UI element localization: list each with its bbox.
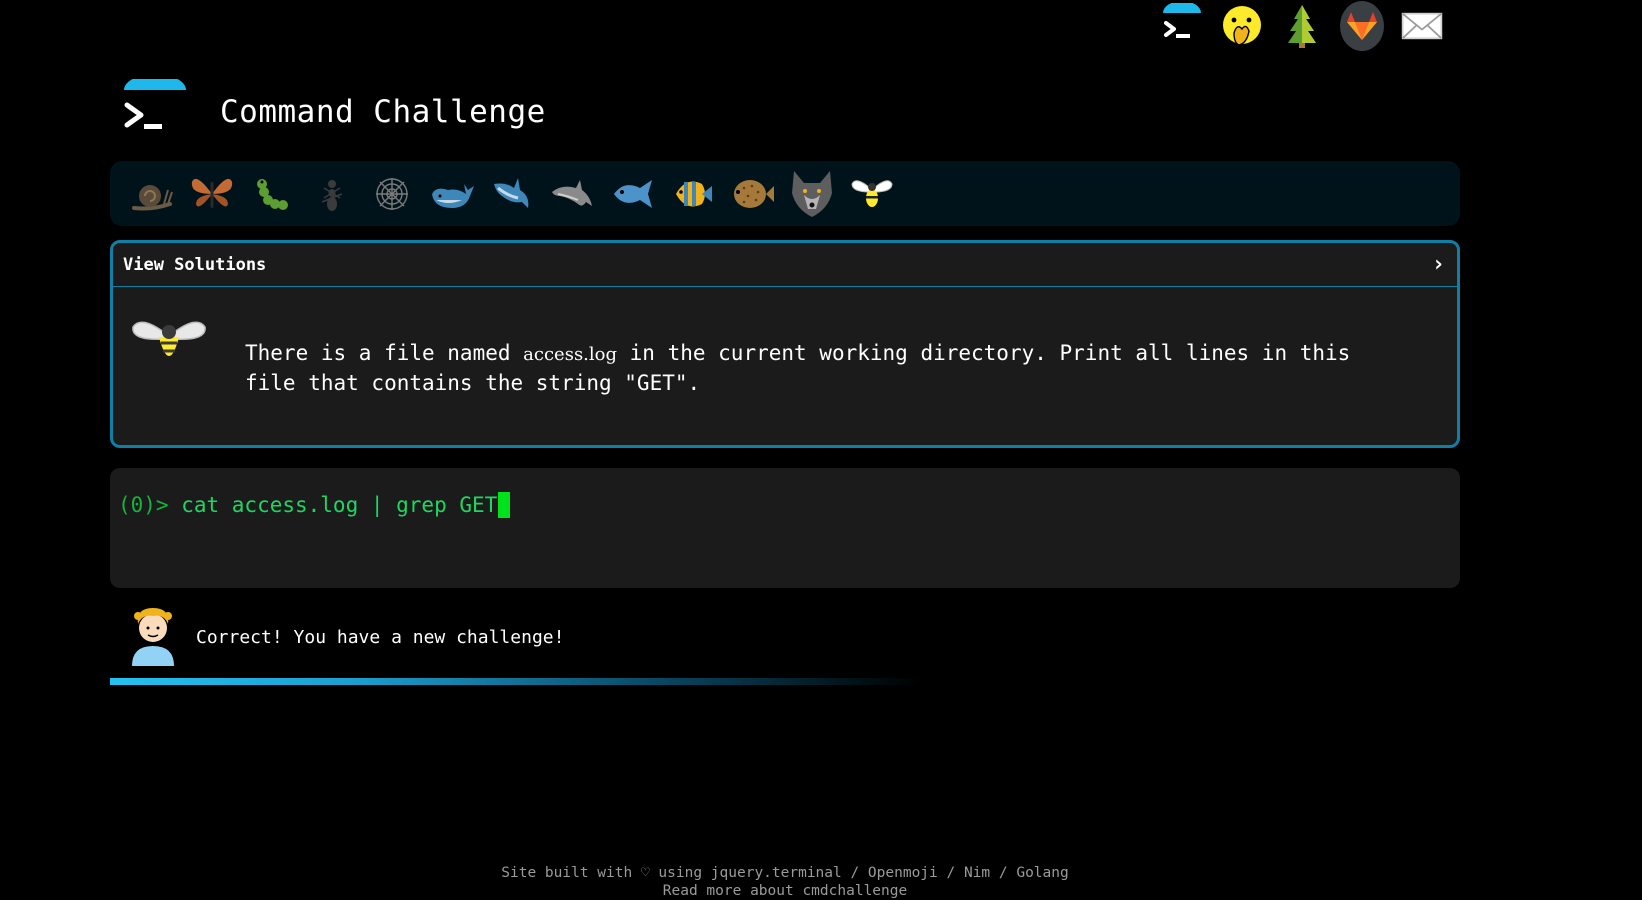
ant-icon[interactable] <box>302 169 362 219</box>
challenge-description: There is a file named access.log in the … <box>245 339 1395 397</box>
wolf-icon[interactable] <box>782 169 842 219</box>
bee-icon[interactable] <box>842 169 902 219</box>
dolphin-icon[interactable] <box>542 169 602 219</box>
top-icon-bar <box>1160 0 1444 52</box>
terminal[interactable]: (0)> cat access.log | grep GET <box>110 468 1460 588</box>
gitlab-icon[interactable] <box>1340 1 1384 51</box>
shark-icon[interactable] <box>482 169 542 219</box>
envelope-icon[interactable] <box>1400 3 1444 49</box>
terminal-logo-icon[interactable] <box>124 74 186 145</box>
footer-credits: Site built with ♡ using jquery.terminal … <box>0 864 1570 882</box>
bee-icon <box>129 315 209 375</box>
heart-icon: ♡ <box>640 865 650 881</box>
page-title: Command Challenge <box>220 94 546 130</box>
result-message: Correct! You have a new challenge! <box>196 626 565 648</box>
prompt-line[interactable]: (0)> cat access.log | grep GET <box>118 492 1460 518</box>
read-more-link[interactable]: Read more about cmdchallenge <box>663 883 907 899</box>
caterpillar-icon[interactable] <box>242 169 302 219</box>
spider-web-icon[interactable] <box>362 169 422 219</box>
tree-icon[interactable] <box>1280 3 1324 49</box>
footer: Site built with ♡ using jquery.terminal … <box>0 864 1570 900</box>
challenge-text-before: There is a file named <box>245 341 524 365</box>
terminal-prompt: (0)> <box>118 493 182 517</box>
level-bar <box>110 161 1460 226</box>
footer-credits-links[interactable]: using jquery.terminal / Openmoji / Nim /… <box>650 865 1068 881</box>
challenge-filename: access.log <box>523 344 618 365</box>
view-solutions-label: View Solutions <box>123 254 267 275</box>
chevron-right-icon: › <box>1431 252 1445 277</box>
person-icon <box>128 604 178 670</box>
challenge-body: There is a file named access.log in the … <box>113 287 1457 397</box>
terminal-cursor <box>498 492 511 518</box>
progress-bar <box>110 678 1460 685</box>
challenge-panel: View Solutions › There is a file named a… <box>110 240 1460 448</box>
tropical-fish-icon[interactable] <box>662 169 722 219</box>
blowfish-icon[interactable] <box>722 169 782 219</box>
butterfly-icon[interactable] <box>182 169 242 219</box>
fish-icon[interactable] <box>602 169 662 219</box>
result-row: Correct! You have a new challenge! <box>128 604 564 670</box>
whale-icon[interactable] <box>422 169 482 219</box>
terminal-icon[interactable] <box>1160 3 1204 49</box>
snail-icon[interactable] <box>122 169 182 219</box>
header: Command Challenge <box>124 70 546 154</box>
gitlab-icon-background <box>1340 1 1384 51</box>
page: Command Challenge View Solutions › There… <box>0 0 1642 900</box>
terminal-command-input[interactable]: cat access.log | grep GET <box>181 493 497 517</box>
progress-fill <box>110 678 920 685</box>
face-with-hand-over-mouth-icon[interactable] <box>1220 3 1264 49</box>
view-solutions-toggle[interactable]: View Solutions › <box>113 243 1457 287</box>
footer-credits-pre: Site built with <box>501 865 641 881</box>
